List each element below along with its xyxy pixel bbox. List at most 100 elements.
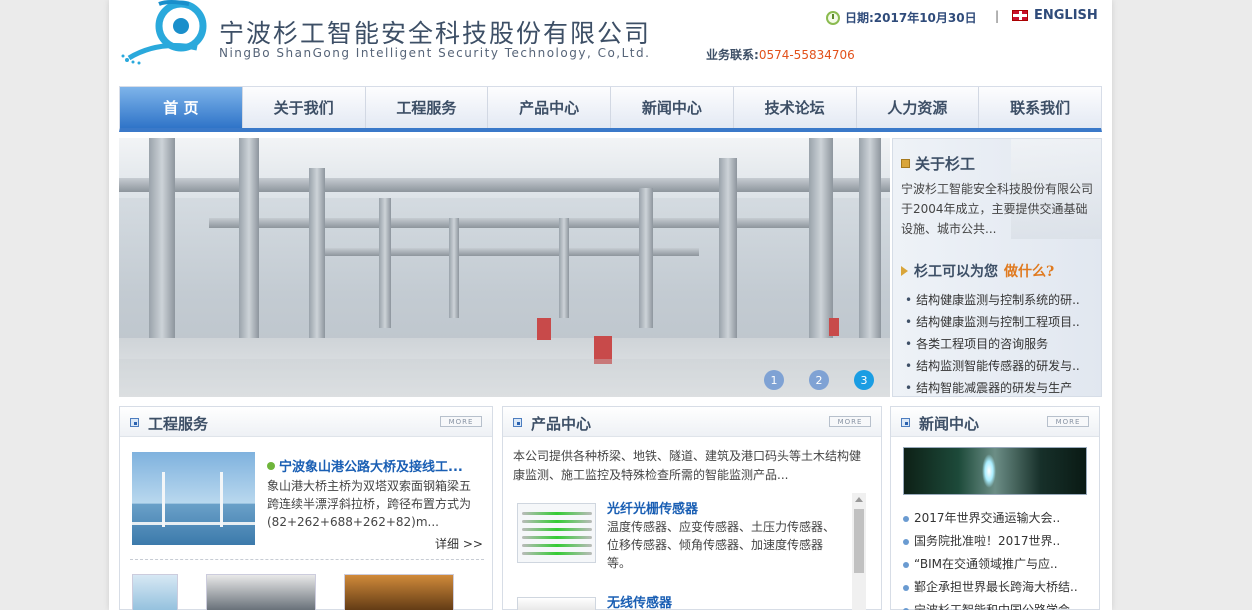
company-logo[interactable] [119,0,214,66]
service-item[interactable]: 结构健康监测与控制系统的研.. [905,289,1095,311]
header-separator: | [995,9,1000,23]
news-image[interactable] [903,447,1087,495]
banner-column [379,198,391,328]
fiber-strand [522,544,592,547]
what-prefix: 杉工可以为您 [914,264,998,280]
service-item[interactable]: 结构监测智能传感器的研发与.. [905,355,1095,377]
banner-beam [119,178,890,192]
banner-column [449,218,459,318]
scroll-thumb[interactable] [854,509,864,573]
banner-column [309,168,325,338]
project-thumbnail[interactable] [132,574,178,610]
banner-red-cabinet [537,318,551,340]
divider [130,559,484,560]
project-thumbnail[interactable] [344,574,454,610]
detail-link[interactable]: 详细 >> [435,535,483,552]
company-name-cn: 宁波杉工智能安全科技股份有限公司 [219,19,652,48]
products-header: 产品中心 MORE [503,407,881,437]
products-title: 产品中心 [531,415,592,433]
english-label: ENGLISH [1034,8,1098,23]
site-header: 宁波杉工智能安全科技股份有限公司 NingBo ShanGong Intelli… [109,0,1112,86]
what-we-do-title: 杉工可以为您 做什么? [901,261,1054,281]
fiber-strand [522,520,592,523]
company-name-en: NingBo ShanGong Intelligent Security Tec… [219,46,651,60]
page-container: 宁波杉工智能安全科技股份有限公司 NingBo ShanGong Intelli… [109,0,1112,610]
banner-dot-2[interactable]: 2 [809,370,829,390]
nav-forum[interactable]: 技术论坛 [734,87,857,128]
nav-home[interactable]: 首 页 [120,87,243,128]
project-thumbnail[interactable] [206,574,316,610]
news-item[interactable]: 国务院批准啦！2017世界.. [903,530,1093,553]
arrow-right-icon [901,266,908,276]
bridge-image[interactable] [132,452,255,545]
business-contact: 业务联系:0574-55834706 [706,46,855,63]
nav-contact[interactable]: 联系我们 [979,87,1101,128]
nav-about[interactable]: 关于我们 [243,87,366,128]
service-item[interactable]: 各类工程项目的咨询服务 [905,333,1095,355]
products-scrollbar[interactable] [852,493,866,610]
date-text: 日期:2017年10月30日 [845,11,977,25]
product-desc: 温度传感器、应变传感器、土压力传感器、位移传感器、倾角传感器、加速度传感器等。 [607,520,836,570]
news-item[interactable]: 宁波杉工智能和中国公路学会.. [903,599,1093,610]
news-item-text: 2017年世界交通运输大会.. [914,511,1061,525]
banner-column [719,158,737,338]
nav-hr[interactable]: 人力资源 [857,87,980,128]
blue-bullet-icon [903,584,909,591]
wireless-sensor-image[interactable] [517,597,596,610]
about-text[interactable]: 宁波杉工智能安全科技股份有限公司于2004年成立，主要提供交通基础设施、城市公共… [901,179,1097,239]
product-name[interactable]: 无线传感器 [607,592,672,610]
product-name[interactable]: 光纤光栅传感器 [607,498,698,517]
service-item[interactable]: 结构健康监测与控制工程项目.. [905,311,1095,333]
news-item-text: 宁波杉工智能和中国公路学会.. [914,603,1078,610]
nav-products[interactable]: 产品中心 [488,87,611,128]
about-sidebar: 关于杉工 宁波杉工智能安全科技股份有限公司于2004年成立，主要提供交通基础设施… [892,138,1102,397]
engineering-more-button[interactable]: MORE [440,416,482,427]
contact-phone: 0574-55834706 [758,48,855,62]
section-icon [513,418,522,427]
contact-label: 业务联系: [706,48,759,62]
nav-engineering[interactable]: 工程服务 [366,87,489,128]
blue-bullet-icon [903,538,909,545]
banner-slideshow[interactable]: 1 2 3 [119,138,890,397]
engineering-title: 工程服务 [148,415,209,433]
blue-bullet-icon [903,561,909,568]
uk-flag-icon [1012,10,1028,21]
products-panel: 产品中心 MORE 本公司提供各种桥梁、地铁、隧道、建筑及港口码头等土木结构健康… [502,406,882,610]
what-highlight: 做什么? [1004,264,1055,280]
news-item[interactable]: “BIM在交通领域推广与应.. [903,553,1093,576]
engineering-item-title[interactable]: 宁波象山港公路大桥及接线工... [267,456,463,475]
news-item-text: “BIM在交通领域推广与应.. [914,557,1058,571]
bridge-deck [132,522,255,525]
engineering-header: 工程服务 MORE [120,407,492,437]
blue-bullet-icon [903,515,909,522]
nav-news[interactable]: 新闻中心 [611,87,734,128]
banner-column [559,218,569,318]
news-item[interactable]: 2017年世界交通运输大会.. [903,507,1093,530]
news-item[interactable]: 鄞企承担世界最长跨海大桥结.. [903,576,1093,599]
bullet-square-icon [901,159,910,168]
banner-dot-3[interactable]: 3 [854,370,874,390]
banner-column [639,188,653,328]
engineering-item-text: 象山港大桥主桥为双塔双索面钢箱梁五跨连续半漂浮斜拉桥，跨径布置方式为(82+26… [267,479,472,529]
news-more-button[interactable]: MORE [1047,416,1089,427]
banner-red-cabinet [829,318,839,336]
news-title: 新闻中心 [919,415,980,433]
banner-dot-1[interactable]: 1 [764,370,784,390]
about-title[interactable]: 关于杉工 [901,153,975,174]
english-link[interactable]: ENGLISH [1012,8,1098,23]
news-header: 新闻中心 MORE [891,407,1099,437]
bridge-tower [162,472,165,527]
fiber-strand [522,528,592,531]
banner-column [149,138,175,368]
products-more-button[interactable]: MORE [829,416,871,427]
fiber-sensor-image[interactable] [517,503,596,563]
scroll-up-arrow-icon[interactable] [855,497,863,502]
service-item[interactable]: 结构智能减震器的研发与生产 [905,377,1095,396]
engineering-panel: 工程服务 MORE 宁波象山港公路大桥及接线工... 象山港大桥主桥为双塔双索面… [119,406,493,610]
section-icon [901,418,910,427]
section-icon [130,418,139,427]
news-item-text: 鄞企承担世界最长跨海大桥结.. [914,580,1078,594]
engineering-item-title-text: 宁波象山港公路大桥及接线工... [279,460,463,475]
banner-column [859,138,881,368]
fiber-strand [522,512,592,515]
